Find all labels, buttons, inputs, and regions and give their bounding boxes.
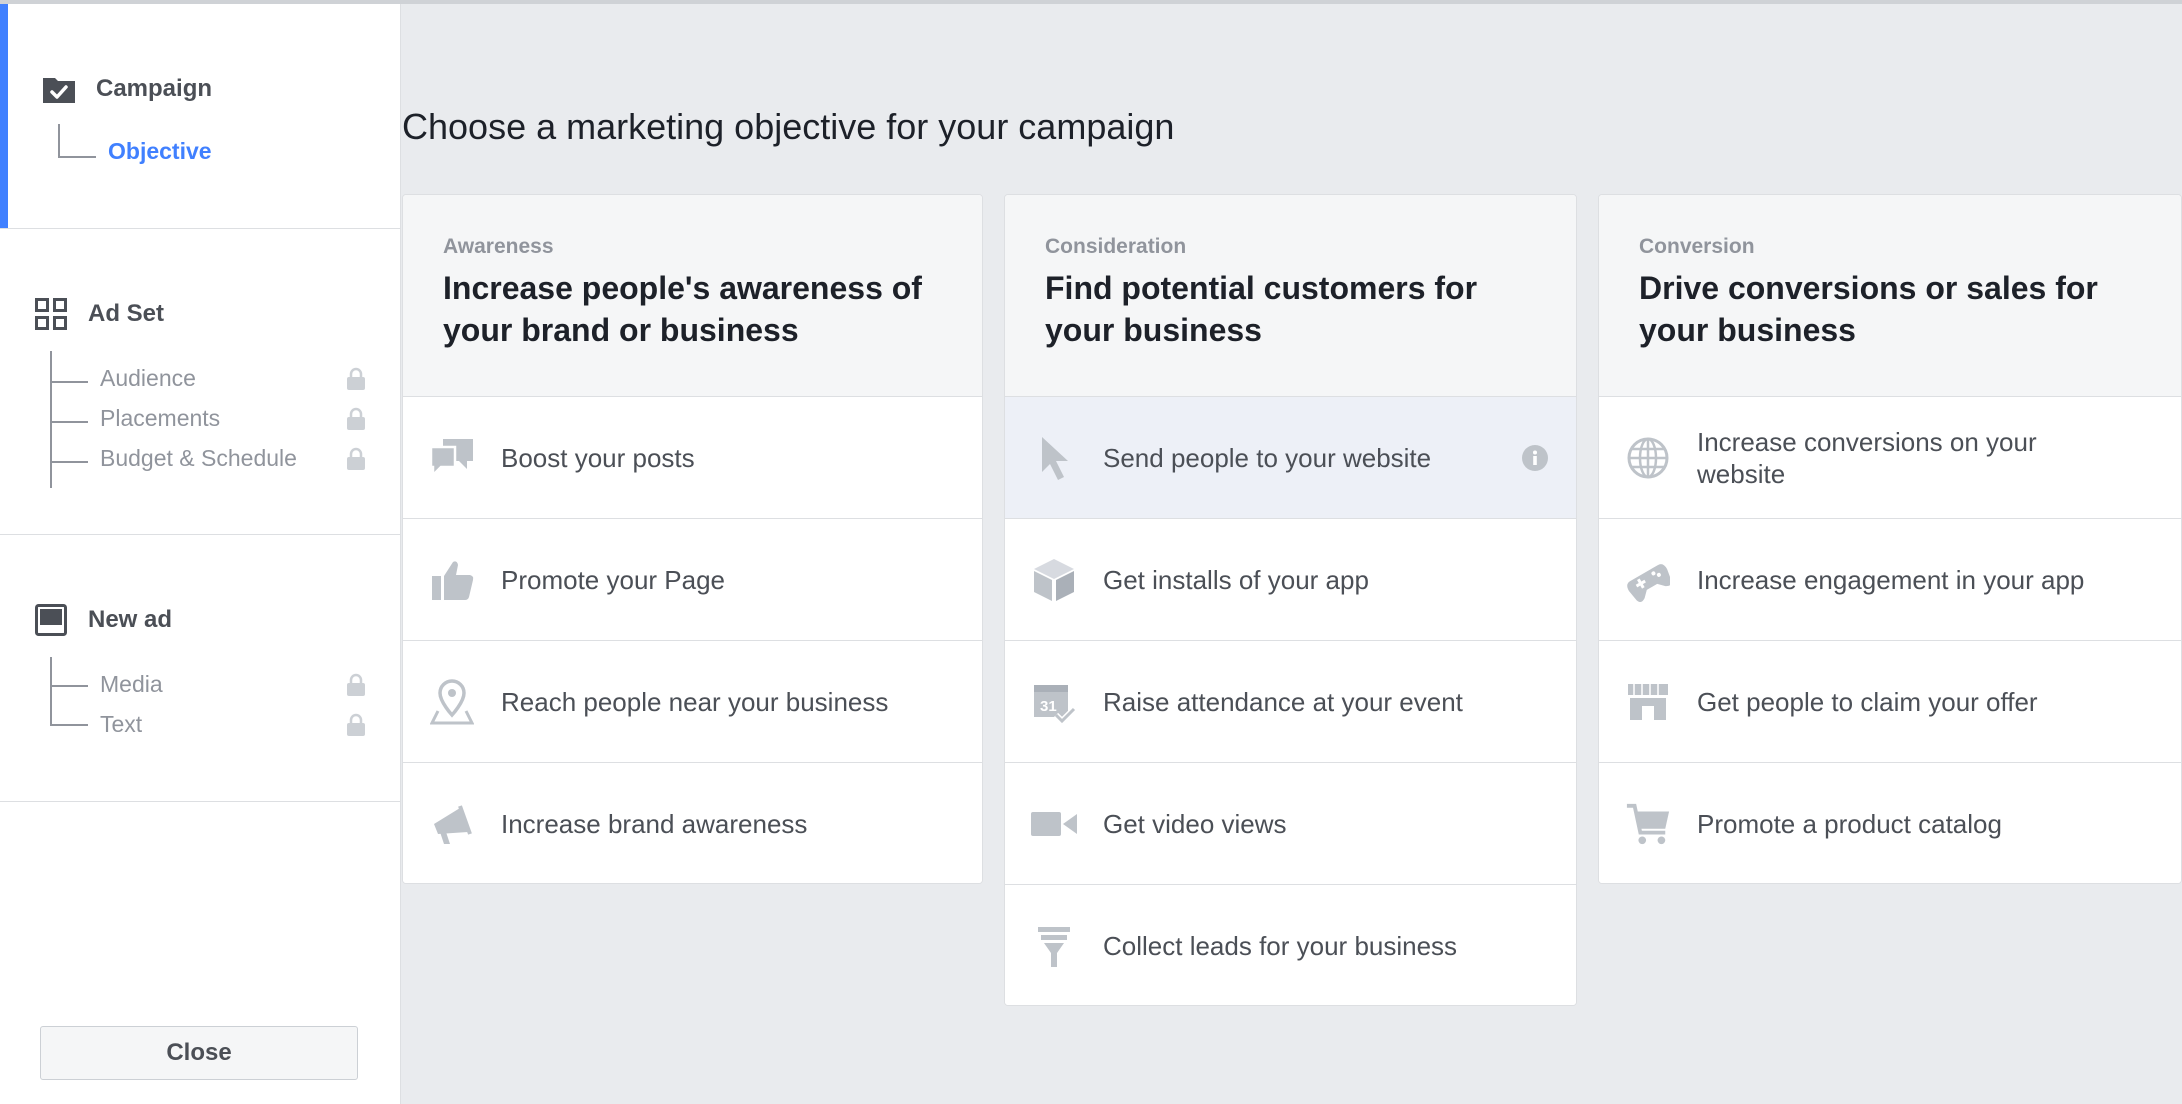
- objective-website-conversions[interactable]: Increase conversions on your website: [1599, 397, 2181, 519]
- option-label: Send people to your website: [1103, 442, 1432, 473]
- objective-promote-page[interactable]: Promote your Page: [403, 519, 982, 641]
- video-camera-icon: [1031, 801, 1077, 847]
- sidebar-section-new-ad: New ad Media Text: [0, 535, 400, 802]
- column-heading: Drive conversions or sales for your busi…: [1639, 270, 2098, 348]
- gamepad-icon: [1625, 557, 1671, 603]
- column-header: Awareness Increase people's awareness of…: [403, 195, 982, 397]
- info-icon[interactable]: [1522, 445, 1548, 471]
- column-header: Consideration Find potential customers f…: [1005, 195, 1576, 397]
- storefront-icon: [1625, 679, 1671, 725]
- tree-line: [50, 421, 88, 423]
- tree-line: [58, 124, 60, 158]
- lock-icon: [347, 407, 365, 430]
- tree-line: [50, 461, 88, 463]
- sidebar-new-ad-header[interactable]: New ad: [34, 603, 172, 637]
- objective-column-awareness: Awareness Increase people's awareness of…: [402, 194, 983, 884]
- thumbs-up-icon: [429, 557, 475, 603]
- objective-boost-posts[interactable]: Boost your posts: [403, 397, 982, 519]
- tree-line: [50, 724, 88, 726]
- option-label: Promote a product catalog: [1697, 809, 2002, 839]
- svg-text:31: 31: [1040, 698, 1057, 715]
- column-category: Awareness: [443, 235, 554, 258]
- active-indicator: [0, 4, 8, 228]
- lock-icon: [347, 673, 365, 696]
- sidebar-item-objective[interactable]: Objective: [108, 138, 212, 165]
- speech-bubbles-icon: [429, 435, 475, 481]
- column-category: Conversion: [1639, 235, 1755, 258]
- sidebar-ad-set-header[interactable]: Ad Set: [34, 297, 164, 331]
- option-label: Raise attendance at your event: [1103, 686, 1463, 717]
- sidebar-section-ad-set: Ad Set Audience Placements Budget & Sche…: [0, 229, 400, 535]
- option-label: Promote your Page: [501, 564, 726, 595]
- option-label: Collect leads for your business: [1103, 931, 1458, 961]
- tree-line: [50, 351, 52, 488]
- option-label: Increase brand awareness: [501, 809, 808, 839]
- objective-product-catalog[interactable]: Promote a product catalog: [1599, 763, 2181, 883]
- option-label: Get people to claim your offer: [1697, 686, 2038, 717]
- option-label: Increase engagement in your app: [1697, 564, 2085, 595]
- tree-line: [50, 657, 52, 724]
- box-icon: [1031, 557, 1077, 603]
- objective-column-consideration: Consideration Find potential customers f…: [1004, 194, 1577, 1006]
- tree-line: [58, 156, 96, 158]
- sidebar-ad-set-title: Ad Set: [88, 300, 165, 327]
- sidebar-section-campaign: Campaign Objective: [0, 4, 400, 229]
- objective-website-traffic[interactable]: Send people to your website: [1005, 397, 1576, 519]
- sidebar-campaign-header[interactable]: Campaign: [42, 72, 212, 106]
- cursor-icon: [1031, 435, 1077, 481]
- lock-icon: [347, 367, 365, 390]
- page-title: Choose a marketing objective for your ca…: [402, 106, 1175, 147]
- close-button[interactable]: Close: [40, 1026, 358, 1080]
- objective-brand-awareness[interactable]: Increase brand awareness: [403, 763, 982, 883]
- objective-event-responses[interactable]: 31 Raise attendance at your event: [1005, 641, 1576, 763]
- objective-offer-claims[interactable]: Get people to claim your offer: [1599, 641, 2181, 763]
- column-heading: Increase people's awareness of your bran…: [443, 270, 922, 348]
- objective-column-conversion: Conversion Drive conversions or sales fo…: [1598, 194, 2182, 884]
- column-heading: Find potential customers for your busine…: [1045, 270, 1478, 348]
- megaphone-icon: [429, 801, 475, 847]
- sidebar-item-audience: Audience: [100, 365, 196, 391]
- objective-reach-nearby[interactable]: Reach people near your business: [403, 641, 982, 763]
- tree-line: [50, 381, 88, 383]
- sidebar-item-budget-schedule: Budget & Schedule: [100, 445, 297, 471]
- funnel-icon: [1031, 923, 1077, 969]
- calendar-icon: 31: [1031, 679, 1077, 725]
- tree-line: [50, 685, 88, 687]
- folder-check-icon: [42, 72, 76, 106]
- sidebar-new-ad-title: New ad: [88, 606, 173, 633]
- option-label: Get video views: [1103, 808, 1287, 839]
- grid-icon: [34, 297, 68, 331]
- lock-icon: [347, 447, 365, 470]
- objective-video-views[interactable]: Get video views: [1005, 763, 1576, 885]
- sidebar-item-text: Text: [100, 711, 143, 737]
- globe-icon: [1625, 435, 1671, 481]
- column-header: Conversion Drive conversions or sales fo…: [1599, 195, 2181, 397]
- option-label: Boost your posts: [501, 442, 695, 473]
- sidebar-campaign-title: Campaign: [96, 75, 213, 102]
- sidebar-item-placements: Placements: [100, 405, 221, 431]
- ad-screen-icon: [34, 603, 68, 637]
- shopping-cart-icon: [1625, 801, 1671, 847]
- map-pin-icon: [429, 679, 475, 725]
- objective-lead-generation[interactable]: Collect leads for your business: [1005, 885, 1576, 1005]
- option-label: Increase conversions on your website: [1697, 426, 2037, 489]
- column-category: Consideration: [1045, 235, 1187, 258]
- sidebar-item-media: Media: [100, 671, 163, 697]
- objective-app-engagement[interactable]: Increase engagement in your app: [1599, 519, 2181, 641]
- lock-icon: [347, 713, 365, 736]
- objective-app-installs[interactable]: Get installs of your app: [1005, 519, 1576, 641]
- sidebar: Campaign Objective Ad Set Audience Place…: [0, 4, 401, 1104]
- option-label: Reach people near your business: [501, 686, 889, 717]
- option-label: Get installs of your app: [1103, 564, 1369, 595]
